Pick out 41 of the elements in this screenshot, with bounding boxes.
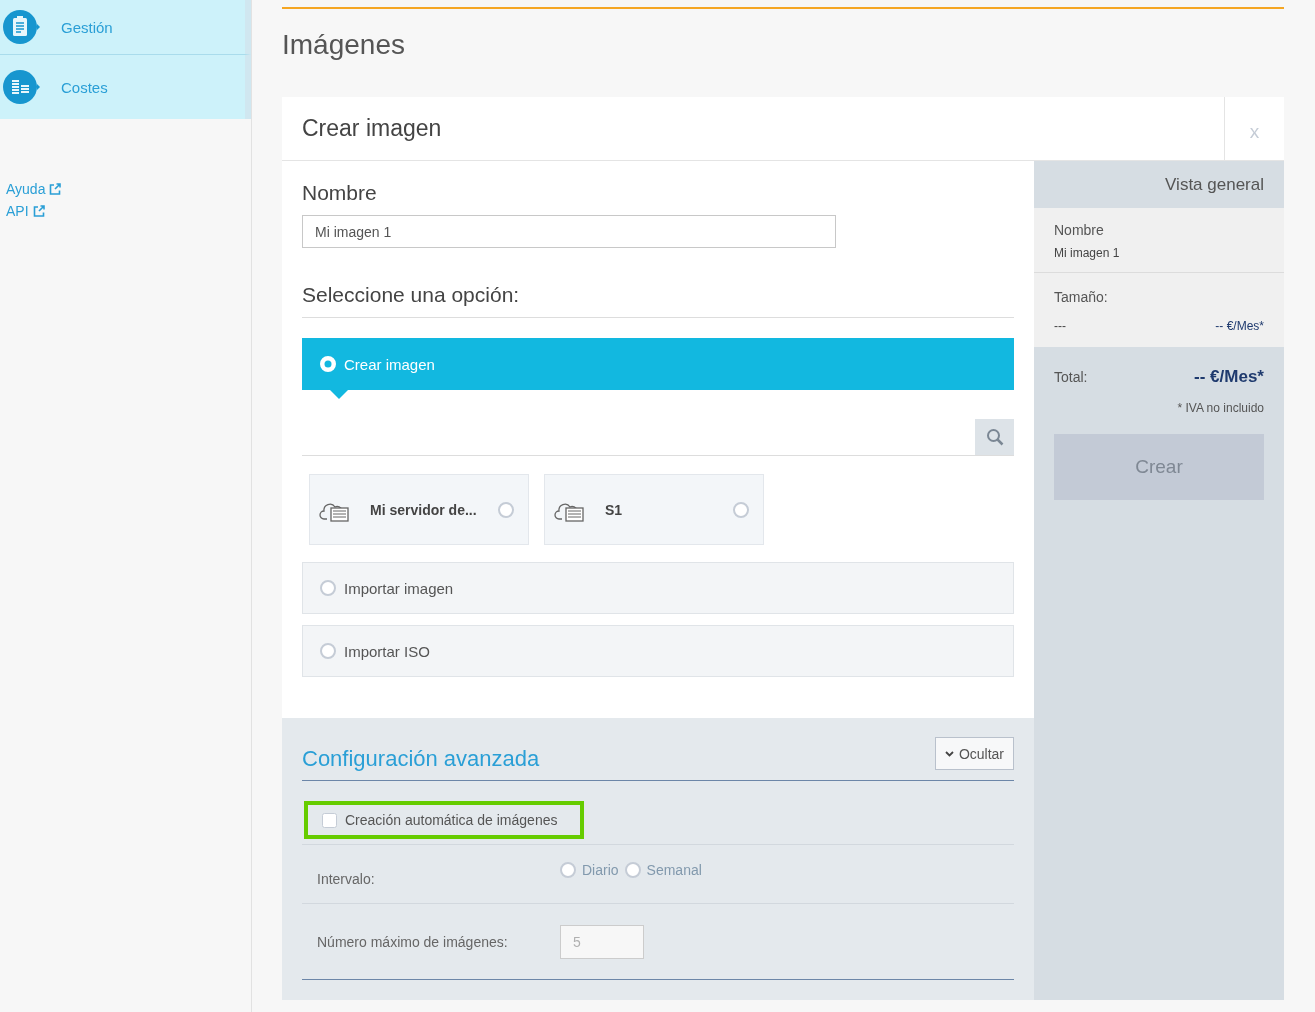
dialog-title: Crear imagen	[301, 114, 443, 143]
help-link[interactable]: API	[6, 203, 251, 219]
section-title: Configuración avanzada	[302, 746, 540, 772]
page-title: Imágenes	[282, 28, 406, 62]
auto-create-checkbox[interactable]: Creación automática de imágenes	[304, 801, 585, 839]
summary-value: ---	[1054, 319, 1066, 333]
sidebar-item[interactable]: Gestión	[0, 0, 251, 55]
hide-button[interactable]: Ocultar	[934, 737, 1014, 770]
server-card[interactable]: Mi servidor de...	[309, 474, 529, 545]
field-label: Nombre	[302, 181, 378, 205]
search-button[interactable]	[975, 419, 1014, 455]
total-label: Total:	[1054, 369, 1088, 385]
section-heading: Seleccione una opción:	[302, 283, 1014, 318]
coins-icon	[2, 69, 41, 105]
price-text: -- €/Mes*	[1215, 319, 1264, 333]
option-row[interactable]: Importar ISO	[302, 625, 1014, 677]
total-price: -- €/Mes*	[1194, 367, 1264, 387]
summary-label: Nombre	[1054, 222, 1105, 238]
radio-button[interactable]	[320, 643, 336, 659]
external-link-icon	[49, 183, 62, 195]
pointer-arrow	[330, 390, 348, 399]
clipboard-icon	[2, 9, 41, 45]
tax-note: * IVA no incluido	[1176, 401, 1264, 415]
summary-value: Mi imagen 1	[1054, 246, 1121, 260]
radio-button[interactable]	[320, 580, 336, 596]
search-icon	[985, 428, 1004, 446]
checkbox[interactable]	[322, 812, 337, 828]
option-row[interactable]: Importar imagen	[302, 562, 1014, 614]
radio-button[interactable]	[498, 501, 514, 518]
name-input[interactable]: Mi imagen 1	[302, 215, 836, 248]
server-card[interactable]: S1	[544, 474, 764, 545]
summary-label: Tamaño:	[1054, 289, 1109, 305]
help-link[interactable]: Ayuda	[6, 181, 251, 197]
external-link-icon	[32, 205, 45, 217]
sidebar-item[interactable]: Costes	[0, 55, 251, 119]
radio-button[interactable]	[733, 501, 749, 518]
panel-title: Vista general	[1164, 174, 1265, 196]
option-row[interactable]: Crear imagen	[302, 338, 1014, 390]
field-label: Intervalo:	[317, 870, 376, 887]
chevron-down-icon	[944, 750, 954, 757]
field-label: Número máximo de imágenes:	[317, 933, 509, 950]
